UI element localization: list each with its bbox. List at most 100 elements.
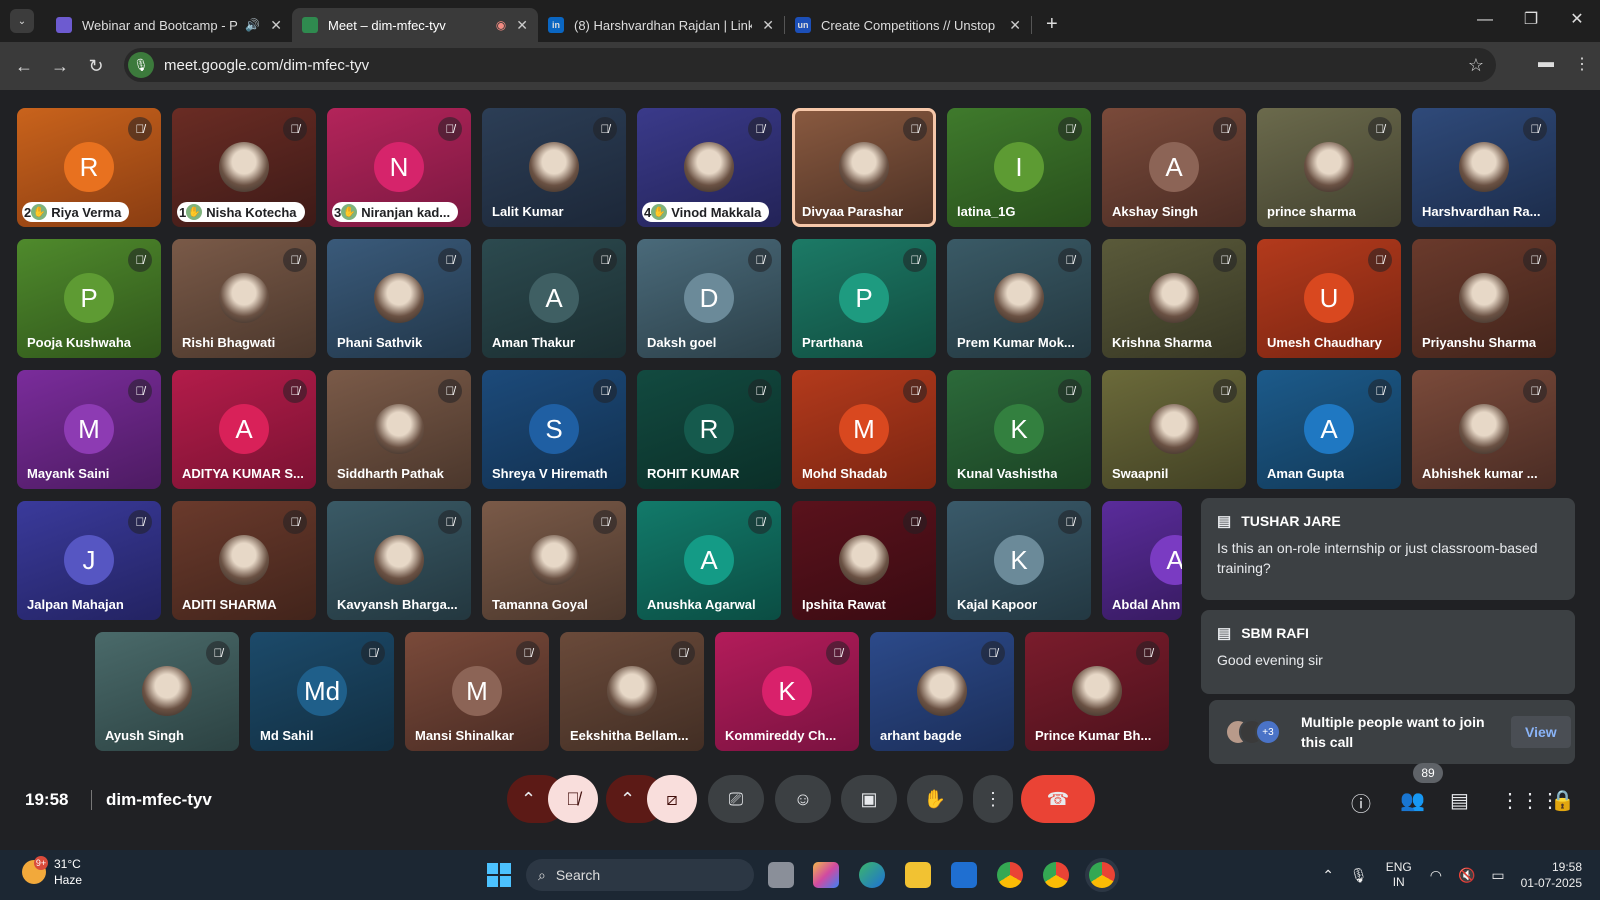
participant-tile[interactable]: K 🎙̸ Kommireddy Ch... [715,632,859,751]
battery-icon[interactable]: ▭ [1491,867,1504,884]
participant-tile[interactable]: U 🎙̸ Umesh Chaudhary [1257,239,1401,358]
raise-hand-button[interactable]: ✋ [907,775,963,823]
participant-tile[interactable]: J 🎙̸ Jalpan Mahajan [17,501,161,620]
host-controls-icon[interactable]: 🔒 [1550,788,1575,813]
participant-tile[interactable]: A Abdal Ahm [1102,501,1182,620]
participant-tile[interactable]: 🎙̸ Lalit Kumar [482,108,626,227]
chrome-icon-active[interactable] [1089,862,1115,888]
participant-tile[interactable]: 🎙̸ Priyanshu Sharma [1412,239,1556,358]
participant-tile[interactable]: A 🎙̸ Anushka Agarwal [637,501,781,620]
participant-tile[interactable]: D 🎙̸ Daksh goel [637,239,781,358]
meeting-info-icon[interactable]: ⓘ [1351,788,1371,817]
taskbar-search[interactable]: ⌕ Search [526,859,754,891]
tab-meet[interactable]: Meet – dim-mfec-tyv ◉ ✕ [292,8,538,42]
browser-menu-icon[interactable]: ⋮ [1574,54,1590,74]
participant-tile[interactable]: 🎙̸ Swaapnil [1102,370,1246,489]
participant-tile[interactable]: 🎙̸ Divyaa Parashar [792,108,936,227]
url-text[interactable]: meet.google.com/dim-mfec-tyv [164,57,369,74]
view-button[interactable]: View [1511,716,1571,748]
back-icon[interactable]: ← [6,56,42,77]
participant-tile[interactable]: 🎙̸ Phani Sathvik [327,239,471,358]
participant-tile[interactable]: M 🎙̸ Mohd Shadab [792,370,936,489]
chat-notification[interactable]: ▤ TUSHAR JARE Is this an on-role internsh… [1201,498,1575,600]
leave-call-button[interactable]: ☎ [1021,775,1095,823]
chevron-up-icon[interactable]: ⌃ [1322,867,1334,884]
participant-tile[interactable]: 🎙̸ Siddharth Pathak [327,370,471,489]
participant-tile[interactable]: R 🎙̸ 2 ✋ Riya Verma [17,108,161,227]
participant-tile[interactable]: 🎙̸ 4 ✋ Vinod Makkala [637,108,781,227]
chrome-icon[interactable] [997,862,1023,888]
captions-button[interactable]: ▣ [841,775,897,823]
new-tab-icon[interactable]: + [1046,13,1058,36]
participant-tile[interactable]: P 🎙̸ Prarthana [792,239,936,358]
participant-tile[interactable]: 🎙̸ Tamanna Goyal [482,501,626,620]
weather-widget[interactable]: 9+ 31°C Haze [22,856,82,888]
participant-tile[interactable]: 🎙̸ Prem Kumar Mok... [947,239,1091,358]
chat-notification[interactable]: ▤ SBM RAFI Good evening sir [1201,610,1575,694]
participant-tile[interactable]: 🎙̸ ADITI SHARMA [172,501,316,620]
speaker-icon[interactable]: 🔊 [245,18,260,32]
speaker-muted-icon[interactable]: 🔇 [1458,867,1475,884]
participant-tile[interactable]: A 🎙̸ Akshay Singh [1102,108,1246,227]
windows-start-icon[interactable] [487,863,511,887]
chat-icon[interactable]: ▤ [1450,788,1469,813]
mic-in-use-icon[interactable]: 🎙 [1350,867,1368,884]
clock[interactable]: 19:58 01-07-2025 [1521,859,1582,891]
participant-tile[interactable]: 🎙̸ Ipshita Rawat [792,501,936,620]
tab-linkedin[interactable]: in (8) Harshvardhan Rajdan | Linke ✕ [538,8,784,42]
participant-tile[interactable]: 🎙̸ arhant bagde [870,632,1014,751]
edge-icon[interactable] [859,862,885,888]
participant-tile[interactable]: K 🎙̸ Kunal Vashistha [947,370,1091,489]
tab-close-icon[interactable]: ✕ [1009,17,1021,34]
participant-tile[interactable]: 🎙̸ Abhishek kumar ... [1412,370,1556,489]
participant-tile[interactable]: P 🎙̸ Pooja Kushwaha [17,239,161,358]
participant-tile[interactable]: A 🎙̸ Aman Thakur [482,239,626,358]
tab-webinar[interactable]: Webinar and Bootcamp - P 🔊 ✕ [46,8,292,42]
participant-tile[interactable]: S 🎙̸ Shreya V Hiremath [482,370,626,489]
forward-icon[interactable]: → [42,56,78,77]
copilot-icon[interactable] [813,862,839,888]
profile-icon[interactable]: ▬ [1538,54,1554,74]
participant-tile[interactable]: Md 🎙̸ Md Sahil [250,632,394,751]
people-icon[interactable]: 👥 [1400,788,1425,813]
more-options-button[interactable]: ⋮ [973,775,1013,823]
close-window-icon[interactable]: ✕ [1554,0,1600,42]
participant-tile[interactable]: 🎙̸ Rishi Bhagwati [172,239,316,358]
file-explorer-icon[interactable] [905,862,931,888]
tab-search-icon[interactable]: ⌄ [10,9,34,33]
outlook-icon[interactable] [951,862,977,888]
site-info-mic-icon[interactable]: 🎙 [128,52,154,78]
chrome-icon[interactable] [1043,862,1069,888]
language-indicator[interactable]: ENG IN [1386,860,1412,890]
present-button[interactable]: ⎚ [708,775,764,823]
bookmark-star-icon[interactable]: ☆ [1468,55,1484,76]
participant-tile[interactable]: N 🎙̸ 3 ✋ Niranjan kad... [327,108,471,227]
camera-toggle-button[interactable]: ⧄ [647,775,697,823]
participant-tile[interactable]: 🎙̸ Ayush Singh [95,632,239,751]
participant-tile[interactable]: 🎙̸ 1 ✋ Nisha Kotecha [172,108,316,227]
participant-tile[interactable]: A 🎙̸ ADITYA KUMAR S... [172,370,316,489]
participant-tile[interactable]: M 🎙̸ Mayank Saini [17,370,161,489]
participant-tile[interactable]: 🎙̸ Krishna Sharma [1102,239,1246,358]
participant-tile[interactable]: A 🎙̸ Aman Gupta [1257,370,1401,489]
task-view-icon[interactable] [768,862,794,888]
tab-close-icon[interactable]: ✕ [270,17,282,34]
participant-tile[interactable]: M 🎙̸ Mansi Shinalkar [405,632,549,751]
tab-unstop[interactable]: un Create Competitions // Unstop ✕ [785,8,1031,42]
reactions-button[interactable]: ☺ [775,775,831,823]
omnibox[interactable]: 🎙 meet.google.com/dim-mfec-tyv ☆ [124,48,1496,82]
participant-tile[interactable]: I 🎙̸ latina_1G [947,108,1091,227]
reload-icon[interactable]: ↻ [78,56,114,77]
participant-tile[interactable]: 🎙̸ prince sharma [1257,108,1401,227]
tab-close-icon[interactable]: ✕ [762,17,774,34]
participant-tile[interactable]: K 🎙̸ Kajal Kapoor [947,501,1091,620]
wifi-icon[interactable]: ◠ [1430,867,1442,884]
restore-icon[interactable]: ❐ [1508,0,1554,42]
participant-tile[interactable]: R 🎙̸ ROHIT KUMAR [637,370,781,489]
tab-close-icon[interactable]: ✕ [516,17,528,34]
participant-tile[interactable]: 🎙̸ Prince Kumar Bh... [1025,632,1169,751]
mic-toggle-button[interactable]: 🎙̸ [548,775,598,823]
minimize-icon[interactable]: — [1462,0,1508,42]
participant-tile[interactable]: 🎙̸ Kavyansh Bharga... [327,501,471,620]
participant-tile[interactable]: 🎙̸ Eekshitha Bellam... [560,632,704,751]
